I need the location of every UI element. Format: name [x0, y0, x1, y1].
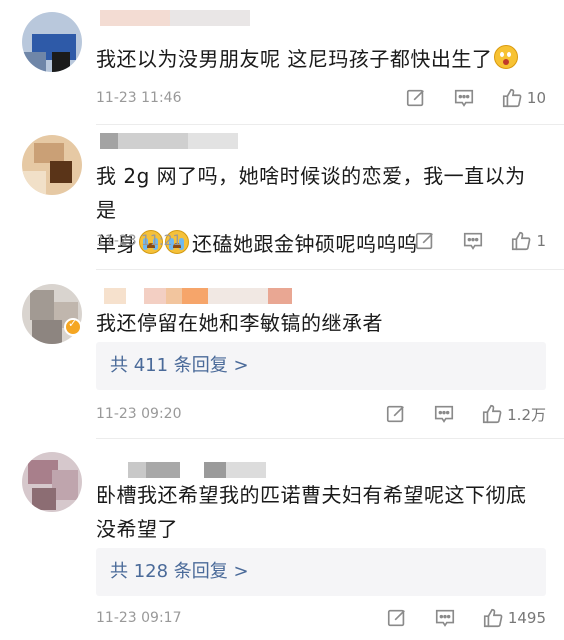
comment-icon	[464, 232, 483, 250]
comment-meta: 11-23 11:21 1	[96, 229, 546, 253]
comment-actions: 1	[388, 229, 546, 253]
repost-button[interactable]	[386, 607, 408, 629]
comment-icon	[454, 89, 473, 107]
comment-text: 我还以为没男朋友呢 这尼玛孩子都快出生了	[96, 42, 546, 76]
repost-button[interactable]	[405, 87, 427, 109]
edit-icon	[387, 405, 405, 423]
comment-icon	[435, 405, 454, 423]
view-replies-button[interactable]: 共 128 条回复 >	[96, 548, 546, 596]
comment-button[interactable]	[433, 403, 455, 425]
like-count: 1.2万	[507, 405, 546, 424]
comment-item: 卧槽我还希望我的匹诺曹夫妇有希望呢这下彻底 没希望了 共 128 条回复 > 1…	[0, 440, 564, 640]
like-button[interactable]: 10	[501, 87, 546, 109]
comment-meta: 11-23 11:46 10	[96, 86, 546, 110]
like-count: 1	[536, 232, 546, 250]
edit-icon	[416, 232, 434, 250]
comment-actions: 1.2万	[359, 402, 546, 426]
comment-button[interactable]	[434, 607, 456, 629]
comment-text-line: 卧槽我还希望我的匹诺曹夫妇有希望呢这下彻底	[96, 483, 527, 507]
comment-item: 我 2g 网了吗，她啥时候谈的恋爱，我一直以为是 单身 还磕她跟金钟硕呢呜呜呜 1…	[0, 125, 564, 270]
comment-text-content: 我还停留在她和李敏镐的继承者	[96, 311, 383, 335]
comment-button[interactable]	[453, 87, 475, 109]
edit-icon	[406, 89, 424, 107]
like-count: 1495	[507, 609, 546, 627]
timestamp: 11-23 11:46	[96, 90, 182, 106]
avatar[interactable]	[22, 135, 82, 195]
comment-text-line: 我 2g 网了吗，她啥时候谈的恋爱，我一直以为是	[96, 164, 526, 222]
timestamp: 11-23 11:21	[96, 233, 182, 249]
edit-icon	[387, 609, 405, 627]
comment-text-content: 我还以为没男朋友呢 这尼玛孩子都快出生了	[96, 47, 493, 71]
thumbs-up-icon	[483, 404, 502, 424]
like-button[interactable]: 1495	[482, 607, 546, 629]
comment-item: 我还以为没男朋友呢 这尼玛孩子都快出生了 11-23 11:46 10	[0, 0, 564, 125]
avatar[interactable]	[22, 452, 82, 512]
comment-button[interactable]	[462, 230, 484, 252]
comment-meta: 11-23 09:17 1495	[96, 606, 546, 630]
astonished-face-icon	[494, 45, 519, 69]
timestamp: 11-23 09:20	[96, 406, 182, 422]
like-button[interactable]: 1.2万	[481, 403, 546, 425]
comment-text-line: 没希望了	[96, 517, 178, 541]
comment-text: 卧槽我还希望我的匹诺曹夫妇有希望呢这下彻底 没希望了	[96, 478, 546, 546]
comment-meta: 11-23 09:20 1.2万	[96, 402, 546, 426]
verified-badge-icon	[64, 317, 82, 336]
like-count: 10	[526, 89, 546, 107]
thumbs-up-icon	[512, 231, 531, 251]
comment-actions: 1495	[360, 606, 546, 630]
like-button[interactable]: 1	[510, 230, 546, 252]
comment-text: 我还停留在她和李敏镐的继承者	[96, 306, 546, 340]
view-replies-button[interactable]: 共 411 条回复 >	[96, 342, 546, 390]
avatar[interactable]	[22, 12, 82, 72]
thumbs-up-icon	[502, 88, 522, 108]
repost-button[interactable]	[414, 230, 436, 252]
repost-button[interactable]	[385, 403, 407, 425]
timestamp: 11-23 09:17	[96, 610, 182, 626]
comment-actions: 10	[379, 86, 546, 110]
divider	[96, 438, 564, 439]
thumbs-up-icon	[483, 608, 503, 628]
comment-item: 我还停留在她和李敏镐的继承者 共 411 条回复 > 11-23 09:20 1…	[0, 270, 564, 440]
comment-icon	[435, 609, 454, 627]
